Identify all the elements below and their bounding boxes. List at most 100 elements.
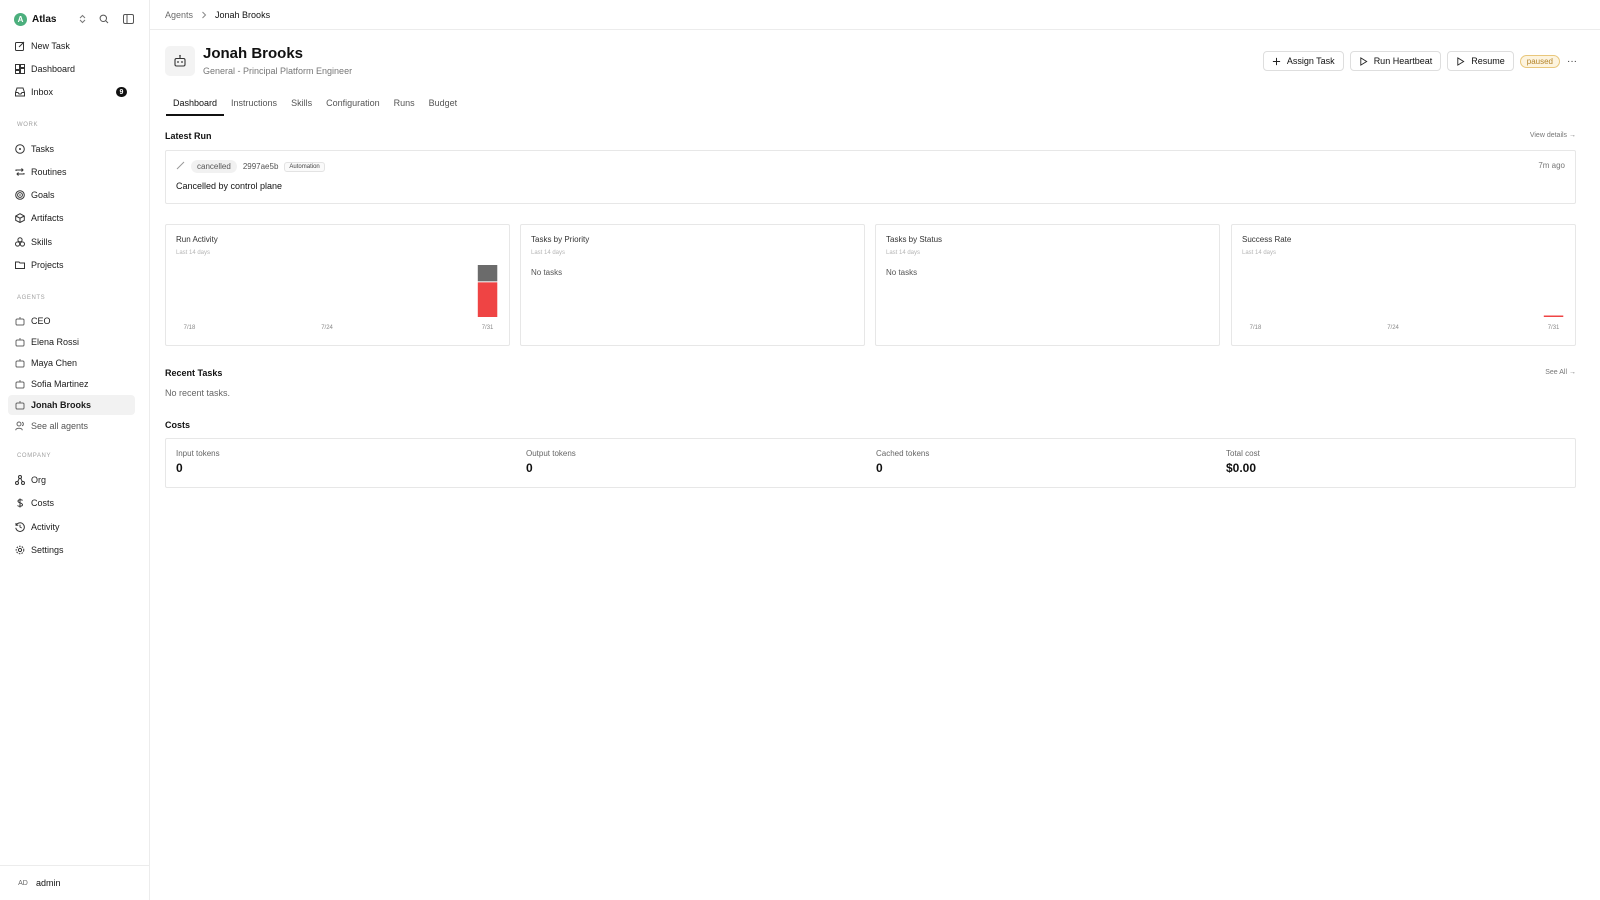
run-hash: 2997ae5b bbox=[242, 162, 279, 171]
sidebar-toggle-icon[interactable] bbox=[120, 10, 136, 28]
cost-cached-tokens: Cached tokens 0 bbox=[876, 449, 929, 475]
bot-icon bbox=[15, 337, 25, 347]
sidebar-item-projects[interactable]: Projects bbox=[8, 255, 135, 275]
tab-instructions[interactable]: Instructions bbox=[224, 96, 284, 116]
cost-value: 0 bbox=[176, 461, 183, 475]
sidebar-item-label: CEO bbox=[31, 316, 51, 326]
sidebar-item-agent-maya-chen[interactable]: Maya Chen bbox=[8, 353, 135, 373]
x-tick-label: 7/18 bbox=[184, 325, 196, 331]
cost-value: 0 bbox=[876, 461, 883, 475]
circle-icon bbox=[15, 144, 25, 154]
sidebar-item-new-task[interactable]: New Task bbox=[8, 36, 135, 56]
tab-dashboard[interactable]: Dashboard bbox=[166, 96, 225, 116]
sidebar-item-label: Costs bbox=[31, 498, 55, 508]
x-tick-label: 7/24 bbox=[321, 325, 333, 331]
button-label: Assign Task bbox=[1286, 56, 1335, 66]
target-icon bbox=[15, 190, 25, 200]
section-label-work: WORK bbox=[17, 122, 39, 128]
success-rate-card: Success Rate Last 14 days 7/18 7/24 7/31 bbox=[1231, 224, 1576, 346]
more-options-icon[interactable]: ··· bbox=[1564, 53, 1580, 69]
section-label-company: COMPANY bbox=[17, 453, 52, 459]
sidebar-item-label: Jonah Brooks bbox=[31, 400, 92, 410]
sidebar-item-label: Routines bbox=[31, 167, 67, 177]
sidebar-item-agent-elena-rossi[interactable]: Elena Rossi bbox=[8, 332, 135, 352]
breadcrumb-agents-link[interactable]: Agents bbox=[165, 10, 193, 20]
tasks-by-priority-card: Tasks by Priority Last 14 days No tasks bbox=[520, 224, 865, 346]
sidebar-item-agent-ceo[interactable]: CEO bbox=[8, 311, 135, 331]
sidebar-item-org[interactable]: Org bbox=[8, 470, 135, 490]
plus-icon bbox=[1272, 57, 1280, 65]
activity-bar bbox=[477, 265, 498, 282]
run-heartbeat-button[interactable]: Run Heartbeat bbox=[1349, 51, 1442, 71]
sidebar-item-goals[interactable]: Goals bbox=[8, 185, 135, 205]
activity-bar bbox=[477, 282, 498, 317]
sidebar-item-see-all-agents[interactable]: See all agents bbox=[8, 416, 135, 436]
card-subtitle: Last 14 days bbox=[886, 250, 921, 256]
recent-tasks-title: Recent Tasks bbox=[165, 368, 223, 378]
cost-output-tokens: Output tokens 0 bbox=[526, 449, 576, 475]
run-tag: Automation bbox=[284, 161, 325, 172]
inbox-icon bbox=[15, 87, 25, 97]
cost-total: Total cost $0.00 bbox=[1226, 449, 1260, 475]
cost-label: Total cost bbox=[1226, 449, 1260, 458]
user-name: admin bbox=[36, 878, 61, 888]
sidebar-item-agent-jonah-brooks[interactable]: Jonah Brooks bbox=[8, 395, 135, 415]
cost-input-tokens: Input tokens 0 bbox=[176, 449, 220, 475]
success-rate-chart: 7/18 7/24 7/31 bbox=[1250, 315, 1564, 331]
sidebar-item-dashboard[interactable]: Dashboard bbox=[8, 59, 135, 79]
card-title: Tasks by Status bbox=[886, 235, 943, 244]
success-bar bbox=[1543, 315, 1564, 317]
header-actions: Assign Task Run Heartbeat Resume paused bbox=[1262, 51, 1560, 71]
sidebar-item-activity[interactable]: Activity bbox=[8, 517, 135, 537]
bot-icon bbox=[15, 358, 25, 368]
repeat-icon bbox=[15, 167, 25, 177]
sidebar-item-label: Skills bbox=[31, 237, 53, 247]
costs-title: Costs bbox=[165, 420, 191, 430]
play-icon bbox=[1457, 56, 1465, 66]
x-tick-label: 7/31 bbox=[482, 325, 494, 331]
card-title: Tasks by Priority bbox=[531, 235, 590, 244]
view-details-link[interactable]: View details → bbox=[1530, 132, 1576, 139]
slash-icon bbox=[176, 161, 185, 172]
run-activity-chart: 7/18 7/24 7/31 bbox=[184, 265, 498, 331]
sidebar-item-costs[interactable]: Costs bbox=[8, 493, 135, 513]
breadcrumb-current: Jonah Brooks bbox=[215, 9, 271, 20]
sidebar-item-label: Goals bbox=[31, 190, 55, 200]
sidebar-item-inbox[interactable]: Inbox 9 bbox=[8, 82, 135, 102]
search-icon[interactable] bbox=[96, 10, 112, 28]
sidebar-item-routines[interactable]: Routines bbox=[8, 162, 135, 182]
empty-state: No tasks bbox=[531, 268, 563, 277]
sidebar-item-artifacts[interactable]: Artifacts bbox=[8, 208, 135, 228]
bot-icon bbox=[15, 316, 25, 326]
empty-state: No tasks bbox=[886, 268, 918, 277]
tab-configuration[interactable]: Configuration bbox=[319, 96, 387, 116]
box-icon bbox=[15, 213, 25, 223]
run-activity-card: Run Activity Last 14 days 7/18 7/24 7/31 bbox=[165, 224, 510, 346]
sidebar-item-label: New Task bbox=[31, 41, 70, 51]
sidebar-item-label: Settings bbox=[31, 545, 64, 555]
latest-run-title: Latest Run bbox=[165, 131, 212, 141]
sidebar-item-skills[interactable]: Skills bbox=[8, 232, 135, 252]
user-menu[interactable]: AD admin bbox=[0, 865, 150, 900]
sidebar-item-label: Dashboard bbox=[31, 64, 76, 74]
resume-button[interactable]: Resume bbox=[1447, 51, 1514, 71]
see-all-link[interactable]: See All → bbox=[1545, 369, 1576, 376]
sidebar-item-label: Elena Rossi bbox=[31, 337, 80, 347]
sidebar-item-agent-sofia-martinez[interactable]: Sofia Martinez bbox=[8, 374, 135, 394]
tab-skills[interactable]: Skills bbox=[284, 96, 319, 116]
status-badge: paused bbox=[1519, 54, 1560, 68]
sidebar-item-label: Tasks bbox=[31, 144, 55, 154]
latest-run-card[interactable]: cancelled 2997ae5b Automation 7m ago Can… bbox=[165, 150, 1576, 204]
assign-task-button[interactable]: Assign Task bbox=[1262, 51, 1344, 71]
run-message: Cancelled by control plane bbox=[176, 181, 283, 191]
chevron-up-down-icon[interactable] bbox=[76, 11, 88, 27]
cost-value: 0 bbox=[526, 461, 533, 475]
sidebar-item-settings[interactable]: Settings bbox=[8, 540, 135, 560]
sidebar-item-tasks[interactable]: Tasks bbox=[8, 139, 135, 159]
dollar-icon bbox=[15, 498, 25, 508]
tab-budget[interactable]: Budget bbox=[422, 96, 465, 116]
sidebar-item-label: Activity bbox=[31, 522, 60, 532]
tab-runs[interactable]: Runs bbox=[387, 96, 422, 116]
agent-subtitle: General - Principal Platform Engineer bbox=[203, 66, 353, 76]
workspace-switcher[interactable]: A Atlas bbox=[14, 8, 142, 30]
